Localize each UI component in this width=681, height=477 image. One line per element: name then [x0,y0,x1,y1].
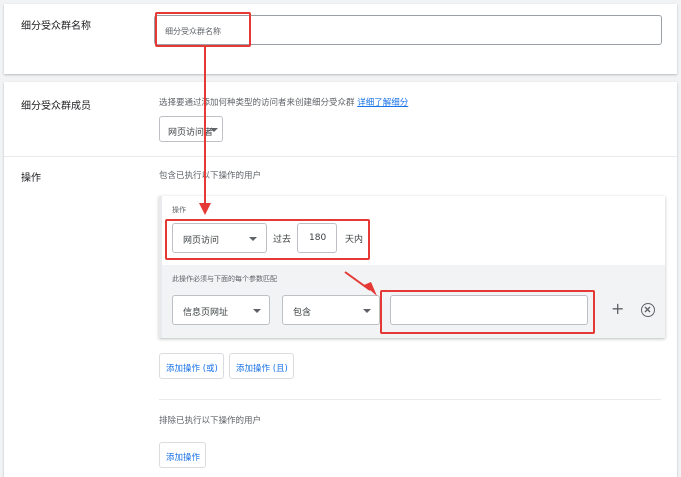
annotation-box-segment-name [155,12,251,47]
exclude-header: 排除已执行以下操作的用户 [159,416,262,426]
members-label: 细分受众群成员 [21,101,91,112]
param-field-value: 信息页网址 [183,308,229,318]
actions-label: 操作 [21,173,41,184]
add-exclude-action-label: 添加操作 [166,453,201,463]
learn-more-link[interactable]: 详细了解细分 [357,98,408,108]
members-description: 选择要通过添加何种类型的访问者来创建细分受众群 详细了解细分 [159,96,408,108]
include-header: 包含已执行以下操作的用户 [159,171,262,181]
annotation-box-action-type [165,219,370,260]
add-action-or-label: 添加操作 (或) [166,364,218,374]
section-divider [4,156,677,157]
remove-parameter-icon[interactable] [641,303,655,317]
chevron-down-icon [363,309,371,313]
params-label: 此操作必须与下面的每个参数匹配 [172,275,277,283]
chevron-down-icon [210,128,218,132]
action-type-label: 操作 [172,206,186,214]
visitor-type-value: 网页访问者 [168,128,214,138]
param-field-dropdown[interactable]: 信息页网址 [172,295,270,325]
visitor-type-dropdown[interactable]: 网页访问者 [159,116,223,142]
exclude-divider [159,399,661,400]
annotation-box-param-value [380,290,595,334]
segment-name-label: 细分受众群名称 [21,21,91,32]
add-parameter-icon[interactable]: + [611,299,624,318]
segment-name-card: 细分受众群名称 细分受众群名称 [4,4,677,74]
param-operator-dropdown[interactable]: 包含 [282,295,380,325]
chevron-down-icon [253,309,261,313]
add-action-and-label: 添加操作 (且) [236,364,288,374]
members-description-text: 选择要通过添加何种类型的访问者来创建细分受众群 [159,98,355,108]
add-action-and-button[interactable]: 添加操作 (且) [229,353,294,379]
add-exclude-action-button[interactable]: 添加操作 [159,442,206,468]
param-operator-value: 包含 [293,308,312,318]
add-action-or-button[interactable]: 添加操作 (或) [159,353,224,379]
